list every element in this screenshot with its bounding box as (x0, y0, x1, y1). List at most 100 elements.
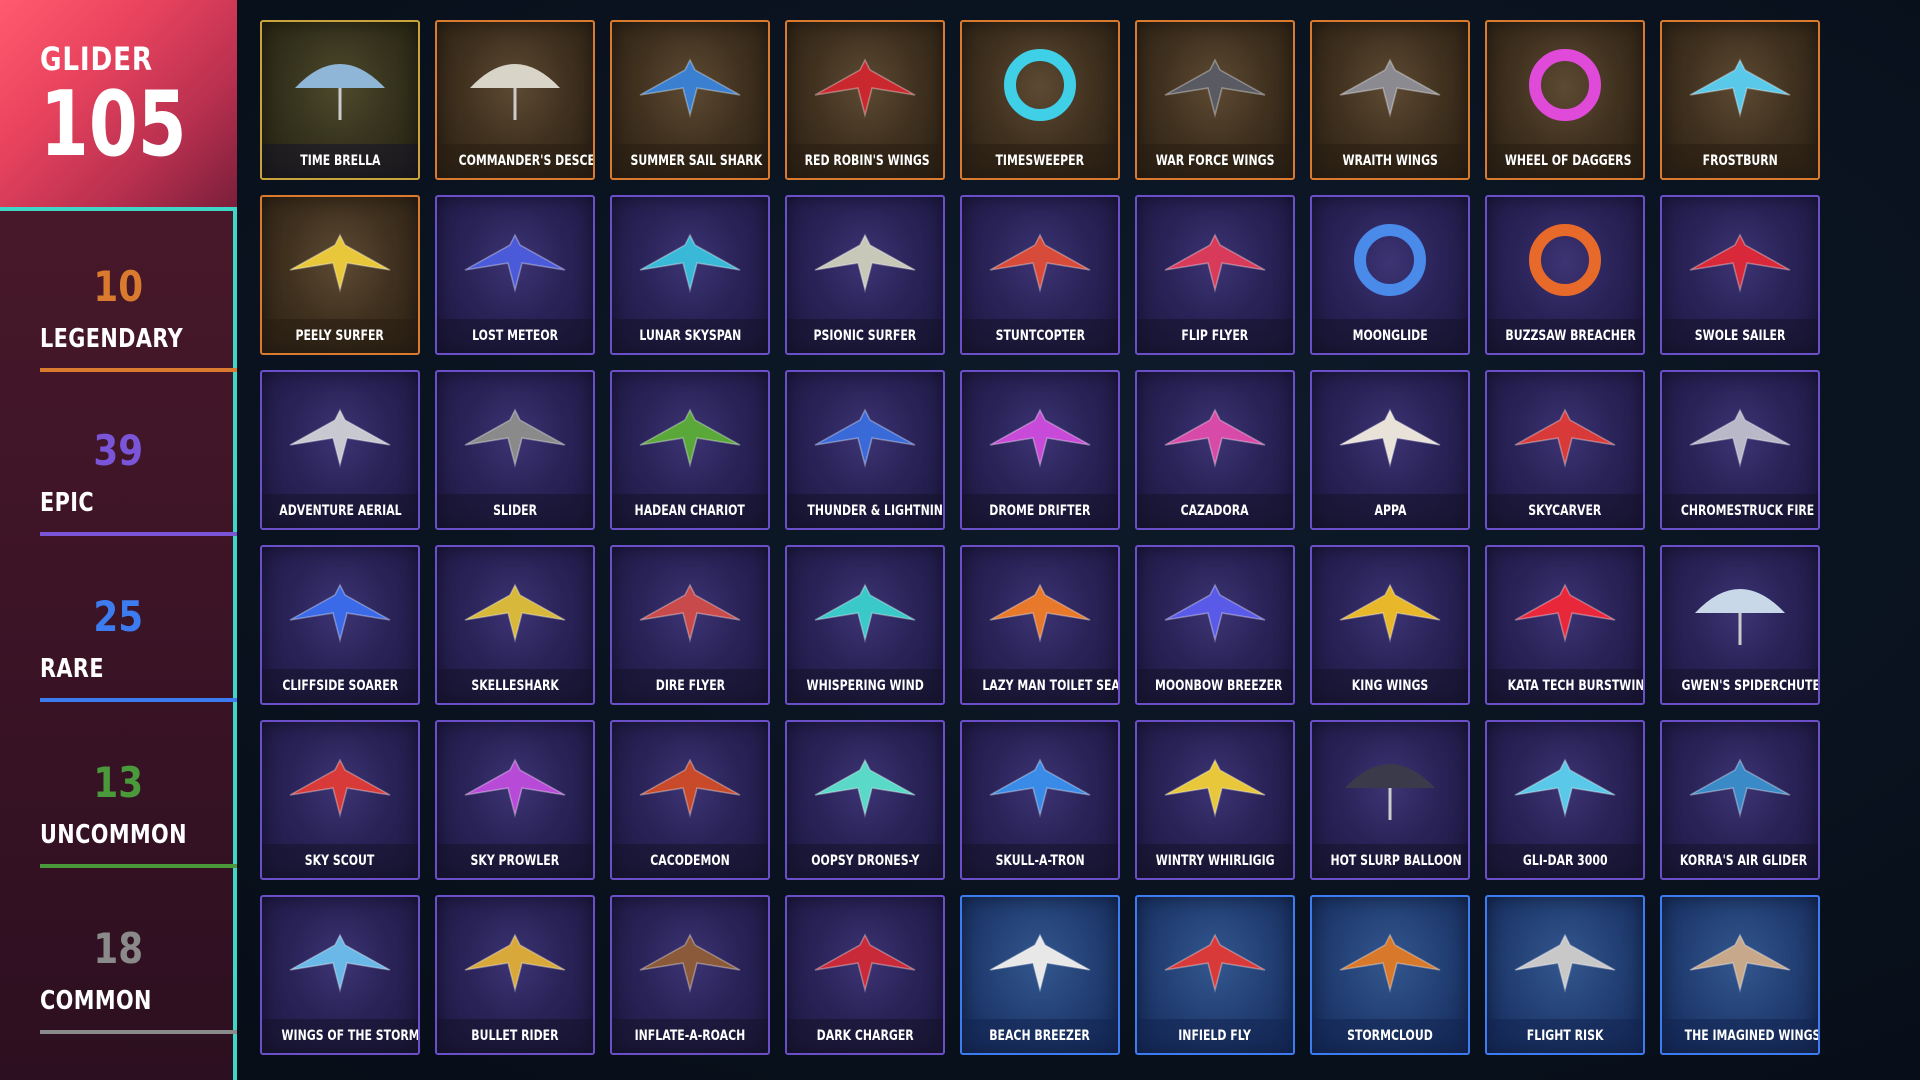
meteor-icon (437, 197, 593, 323)
glider-tile[interactable]: DIRE FLYER (610, 545, 770, 705)
glider-tile[interactable]: SWOLE SAILER (1660, 195, 1820, 355)
glider-tile[interactable]: THE IMAGINED WINGSPAN (1660, 895, 1820, 1055)
glider-tile[interactable]: SLIDER (435, 370, 595, 530)
glider-tile[interactable]: FROSTBURN (1660, 20, 1820, 180)
chrome-wings-icon (1662, 372, 1818, 498)
charger-icon (787, 897, 943, 1023)
glider-tile[interactable]: TIME BRELLA (260, 20, 420, 180)
glider-tile[interactable]: OOPSY DRONES-Y (785, 720, 945, 880)
glider-name: INFLATE-A-ROACH (612, 1019, 768, 1053)
glider-tile[interactable]: WINGS OF THE STORM (260, 895, 420, 1055)
glider-tile[interactable]: BUZZSAW BREACHER (1485, 195, 1645, 355)
glider-tile[interactable]: FLIGHT RISK (1485, 895, 1645, 1055)
whirligig-icon (1137, 722, 1293, 848)
glider-tile[interactable]: MOONBOW BREEZER (1135, 545, 1295, 705)
glider-tile[interactable]: COMMANDER'S DESCENT (435, 20, 595, 180)
glider-tile[interactable]: CACODEMON (610, 720, 770, 880)
glider-tile[interactable]: SKYCARVER (1485, 370, 1645, 530)
bullet-icon (437, 897, 593, 1023)
epic-count: 39 (93, 426, 144, 475)
glider-tile[interactable]: PSIONIC SURFER (785, 195, 945, 355)
glider-tile[interactable]: SKELLESHARK (435, 545, 595, 705)
glider-tile[interactable]: SKY PROWLER (435, 720, 595, 880)
glider-tile[interactable]: DARK CHARGER (785, 895, 945, 1055)
glider-tile[interactable]: GWEN'S SPIDERCHUTE (1660, 545, 1820, 705)
glider-tile[interactable]: MOONGLIDE (1310, 195, 1470, 355)
glider-tile[interactable]: ADVENTURE AERIAL (260, 370, 420, 530)
soarer-icon (262, 547, 418, 673)
glider-tile[interactable]: BEACH BREEZER (960, 895, 1120, 1055)
glider-tile[interactable]: WRAITH WINGS (1310, 20, 1470, 180)
glider-name: DROME DRIFTER (962, 494, 1118, 528)
glider-tile[interactable]: SUMMER SAIL SHARK (610, 20, 770, 180)
glider-tile[interactable]: THUNDER & LIGHTNING (785, 370, 945, 530)
glider-name: GLI-DAR 3000 (1487, 844, 1643, 878)
glider-tile[interactable]: FLIP FLYER (1135, 195, 1295, 355)
demon-icon (612, 722, 768, 848)
gold-shark-icon (437, 547, 593, 673)
glider-tile[interactable]: INFIELD FLY (1135, 895, 1295, 1055)
glider-name: KORRA'S AIR GLIDER (1662, 844, 1818, 878)
glider-tile[interactable]: HOT SLURP BALLOON (1310, 720, 1470, 880)
glider-tile[interactable]: CAZADORA (1135, 370, 1295, 530)
glider-tile[interactable]: KING WINGS (1310, 545, 1470, 705)
glider-name: THE IMAGINED WINGSPAN (1662, 1019, 1818, 1053)
glider-name: APPA (1312, 494, 1468, 528)
glider-tile[interactable]: STUNTCOPTER (960, 195, 1120, 355)
glider-tile[interactable]: CHROMESTRUCK FIRE (1660, 370, 1820, 530)
glider-tile[interactable]: KORRA'S AIR GLIDER (1660, 720, 1820, 880)
glider-tile[interactable]: LUNAR SKYSPAN (610, 195, 770, 355)
dark-wings-icon (1137, 22, 1293, 148)
glider-tile[interactable]: LAZY MAN TOILET SEAT (960, 545, 1120, 705)
glider-name: SUMMER SAIL SHARK (612, 144, 768, 178)
glider-name: FLIP FLYER (1137, 319, 1293, 353)
glider-tile[interactable]: APPA (1310, 370, 1470, 530)
stormcloud-icon (1312, 897, 1468, 1023)
glider-name: RED ROBIN'S WINGS (787, 144, 943, 178)
parachute-stack-icon (437, 22, 593, 148)
glider-name: TIME BRELLA (262, 144, 418, 178)
glider-tile[interactable]: WHISPERING WIND (785, 545, 945, 705)
glider-name: BEACH BREEZER (962, 1019, 1118, 1053)
glider-tile[interactable]: CLIFFSIDE SOARER (260, 545, 420, 705)
glider-name: WINGS OF THE STORM (262, 1019, 418, 1053)
ice-glider-icon (1662, 22, 1818, 148)
glider-tile[interactable]: GLI-DAR 3000 (1485, 720, 1645, 880)
rarity-uncommon[interactable]: 13 UNCOMMON (0, 762, 237, 882)
lightning-glider-icon (787, 372, 943, 498)
glider-name: STORMCLOUD (1312, 1019, 1468, 1053)
glider-name: SKELLESHARK (437, 669, 593, 703)
glider-tile[interactable]: LOST METEOR (435, 195, 595, 355)
flip-glider-icon (1137, 197, 1293, 323)
glider-tile[interactable]: SKULL-A-TRON (960, 720, 1120, 880)
glider-tile[interactable]: WINTRY WHIRLIGIG (1135, 720, 1295, 880)
glider-tile[interactable]: SKY SCOUT (260, 720, 420, 880)
rarity-legendary[interactable]: 10 LEGENDARY (0, 266, 237, 386)
total-count-panel: GLIDER 105 (0, 0, 237, 211)
glider-tile[interactable]: PEELY SURFER (260, 195, 420, 355)
glider-tile[interactable]: BULLET RIDER (435, 895, 595, 1055)
epic-underline (40, 532, 237, 536)
glider-tile[interactable]: TIMESWEEPER (960, 20, 1120, 180)
legendary-label: LEGENDARY (40, 324, 184, 354)
glider-tile[interactable]: RED ROBIN'S WINGS (785, 20, 945, 180)
glider-tile[interactable]: DROME DRIFTER (960, 370, 1120, 530)
portal-ring-icon (962, 22, 1118, 148)
rarity-epic[interactable]: 39 EPIC (0, 430, 237, 550)
glider-name: HADEAN CHARIOT (612, 494, 768, 528)
glider-tile[interactable]: WAR FORCE WINGS (1135, 20, 1295, 180)
glider-name: KATA TECH BURSTWING (1487, 669, 1643, 703)
beach-glider-icon (962, 897, 1118, 1023)
glider-name: PSIONIC SURFER (787, 319, 943, 353)
glider-tile[interactable]: INFLATE-A-ROACH (610, 895, 770, 1055)
glidar-icon (1487, 722, 1643, 848)
glider-tile[interactable]: HADEAN CHARIOT (610, 370, 770, 530)
glider-tile[interactable]: STORMCLOUD (1310, 895, 1470, 1055)
glider-tile[interactable]: WHEEL OF DAGGERS (1485, 20, 1645, 180)
shark-glider-icon (612, 22, 768, 148)
rarity-common[interactable]: 18 COMMON (0, 928, 237, 1048)
glider-tile[interactable]: KATA TECH BURSTWING (1485, 545, 1645, 705)
sky-scout-icon (262, 722, 418, 848)
glider-name: BULLET RIDER (437, 1019, 593, 1053)
rarity-rare[interactable]: 25 RARE (0, 596, 237, 716)
